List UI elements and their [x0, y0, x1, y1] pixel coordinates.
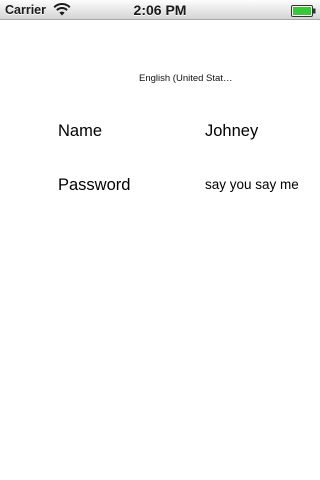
name-label: Name — [58, 122, 103, 140]
status-bar: Carrier 2:06 PM — [0, 0, 320, 20]
app-screen: Carrier 2:06 PM English (United Stat… Na… — [0, 0, 320, 480]
name-value: Johney — [205, 122, 259, 140]
password-label: Password — [58, 176, 131, 194]
locale-label: English (United Stat… — [139, 73, 233, 84]
password-value: say you say me — [205, 177, 299, 192]
battery-full-icon — [291, 4, 316, 17]
status-time: 2:06 PM — [133, 2, 187, 18]
